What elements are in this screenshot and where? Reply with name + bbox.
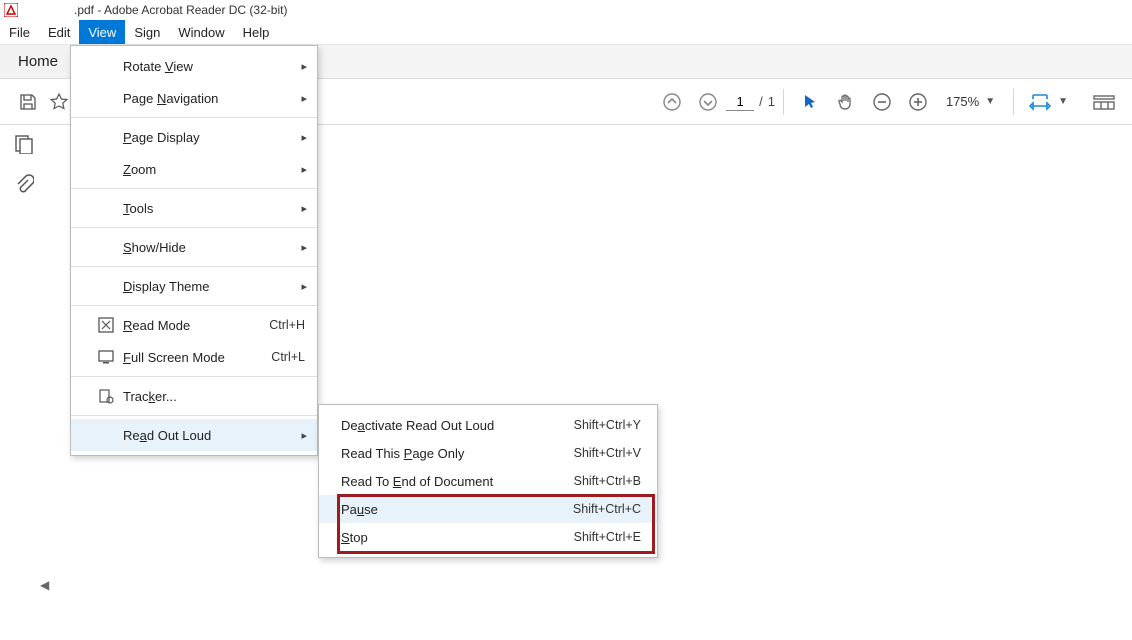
submenu-read-end[interactable]: Read To End of DocumentShift+Ctrl+B (319, 467, 657, 495)
read-out-loud-submenu: Deactivate Read Out LoudShift+Ctrl+Y Rea… (318, 404, 658, 558)
menu-separator (71, 376, 317, 377)
menu-separator (71, 117, 317, 118)
menu-full-screen[interactable]: Full Screen ModeCtrl+L (71, 341, 317, 373)
menu-rotate-view[interactable]: Rotate View (71, 50, 317, 82)
menu-display-theme[interactable]: Display Theme (71, 270, 317, 302)
menu-show-hide[interactable]: Show/Hide (71, 231, 317, 263)
tab-home[interactable]: Home (0, 45, 76, 78)
page-down-icon[interactable] (690, 84, 726, 120)
menu-tools[interactable]: Tools (71, 192, 317, 224)
menu-window[interactable]: Window (169, 20, 233, 44)
submenu-read-page[interactable]: Read This Page OnlyShift+Ctrl+V (319, 439, 657, 467)
fit-caret-icon[interactable]: ▼ (1058, 96, 1068, 107)
star-icon[interactable] (48, 84, 70, 120)
menu-separator (71, 188, 317, 189)
menu-view[interactable]: View (79, 20, 125, 44)
page-up-icon[interactable] (654, 84, 690, 120)
menu-help[interactable]: Help (234, 20, 279, 44)
zoom-in-icon[interactable] (900, 84, 936, 120)
pointer-icon[interactable] (792, 84, 828, 120)
menu-page-navigation[interactable]: Page Navigation (71, 82, 317, 114)
sidebar-collapse-icon[interactable]: ◀ (40, 578, 49, 592)
menu-file[interactable]: File (0, 20, 39, 44)
submenu-stop[interactable]: StopShift+Ctrl+E (319, 523, 657, 551)
menu-separator (71, 415, 317, 416)
page-total: 1 (768, 94, 775, 109)
menu-page-display[interactable]: Page Display (71, 121, 317, 153)
menu-read-out-loud[interactable]: Read Out Loud (71, 419, 317, 451)
divider (1013, 89, 1014, 115)
read-mode-icon (97, 316, 115, 334)
menu-separator (71, 266, 317, 267)
zoom-caret-icon[interactable]: ▼ (985, 96, 995, 107)
menu-zoom[interactable]: Zoom (71, 153, 317, 185)
menu-sign[interactable]: Sign (125, 20, 169, 44)
tracker-icon (97, 387, 115, 405)
fit-width-icon[interactable] (1022, 84, 1058, 120)
menubar: File Edit View Sign Window Help (0, 20, 1132, 45)
submenu-pause[interactable]: PauseShift+Ctrl+C (319, 495, 657, 523)
app-icon (4, 3, 18, 17)
menu-separator (71, 305, 317, 306)
menu-read-mode[interactable]: Read ModeCtrl+H (71, 309, 317, 341)
menu-edit[interactable]: Edit (39, 20, 79, 44)
menu-tracker[interactable]: Tracker... (71, 380, 317, 412)
zoom-value[interactable]: 175% (946, 94, 979, 109)
layout-icon[interactable] (1086, 84, 1122, 120)
zoom-out-icon[interactable] (864, 84, 900, 120)
thumbnails-icon[interactable] (13, 133, 35, 155)
fullscreen-icon (97, 348, 115, 366)
attachments-icon[interactable] (13, 173, 35, 195)
page-separator: / (759, 94, 763, 109)
window-title: .pdf - Adobe Acrobat Reader DC (32-bit) (74, 3, 287, 17)
save-icon[interactable] (10, 84, 46, 120)
menu-separator (71, 227, 317, 228)
view-menu-dropdown: Rotate View Page Navigation Page Display… (70, 45, 318, 456)
submenu-deactivate[interactable]: Deactivate Read Out LoudShift+Ctrl+Y (319, 411, 657, 439)
hand-icon[interactable] (828, 84, 864, 120)
title-bar: .pdf - Adobe Acrobat Reader DC (32-bit) (0, 0, 1132, 20)
sidebar (0, 125, 48, 195)
divider (783, 89, 784, 115)
page-number-input[interactable] (726, 93, 754, 111)
